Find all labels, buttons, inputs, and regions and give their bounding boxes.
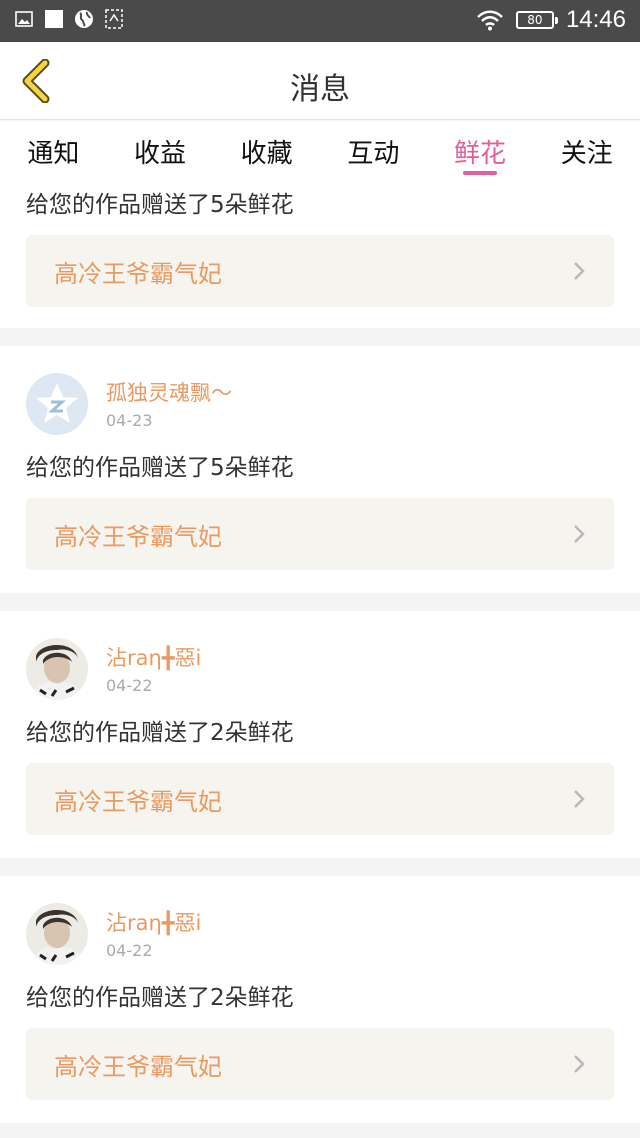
work-link[interactable]: 高冷王爷霸气妃 xyxy=(26,763,614,835)
list-item: 给您的作品赠送了5朵鲜花 高冷王爷霸气妃 xyxy=(0,183,640,328)
wifi-icon xyxy=(476,10,504,31)
message-text: 给您的作品赠送了5朵鲜花 xyxy=(26,455,294,481)
battery-icon: 80 xyxy=(515,11,558,29)
avatar[interactable] xyxy=(26,903,88,965)
user-name[interactable]: 沾rаη╋惡ⅰ xyxy=(106,909,201,937)
tab-notifications[interactable]: 通知 xyxy=(0,121,107,183)
message-text: 给您的作品赠送了2朵鲜花 xyxy=(26,720,294,746)
tab-following[interactable]: 关注 xyxy=(533,121,640,183)
list-item: 孤独灵魂飘〜 04-23 给您的作品赠送了5朵鲜花 高冷王爷霸气妃 xyxy=(0,346,640,593)
chevron-right-icon xyxy=(570,525,588,543)
work-link[interactable]: 高冷王爷霸气妃 xyxy=(26,235,614,307)
globe-icon xyxy=(74,9,94,29)
tab-flowers[interactable]: 鲜花 xyxy=(427,121,534,183)
app-header: 消息 xyxy=(0,42,640,120)
avatar[interactable] xyxy=(26,373,88,435)
work-title: 高冷王爷霸气妃 xyxy=(54,787,222,816)
status-bar: 80 14:46 xyxy=(0,0,640,42)
avatar[interactable] xyxy=(26,638,88,700)
work-link[interactable]: 高冷王爷霸气妃 xyxy=(26,1028,614,1100)
list-item: 沾rаη╋惡ⅰ 04-22 给您的作品赠送了2朵鲜花 高冷王爷霸气妃 xyxy=(0,876,640,1123)
chevron-right-icon xyxy=(570,1055,588,1073)
message-date: 04-22 xyxy=(106,675,153,695)
chevron-right-icon xyxy=(570,262,588,280)
message-text: 给您的作品赠送了5朵鲜花 xyxy=(26,192,294,218)
user-name[interactable]: 沾rаη╋惡ⅰ xyxy=(106,644,201,672)
chevron-right-icon xyxy=(570,790,588,808)
message-date: 04-22 xyxy=(106,940,153,960)
clock: 14:46 xyxy=(565,6,626,33)
work-title: 高冷王爷霸气妃 xyxy=(54,1052,222,1081)
message-text: 给您的作品赠送了2朵鲜花 xyxy=(26,985,294,1011)
work-title: 高冷王爷霸气妃 xyxy=(54,522,222,551)
tab-favorites[interactable]: 收藏 xyxy=(213,121,320,183)
work-link[interactable]: 高冷王爷霸气妃 xyxy=(26,498,614,570)
message-date: 04-23 xyxy=(106,410,153,430)
square-icon xyxy=(44,9,64,29)
image-icon xyxy=(14,9,34,29)
page-title: 消息 xyxy=(290,72,350,107)
list-item: 沾rаη╋惡ⅰ 04-22 给您的作品赠送了2朵鲜花 高冷王爷霸气妃 xyxy=(0,611,640,858)
tab-interactions[interactable]: 互动 xyxy=(320,121,427,183)
work-title: 高冷王爷霸气妃 xyxy=(54,259,222,288)
user-name[interactable]: 孤独灵魂飘〜 xyxy=(106,379,232,407)
tab-bar: 通知 收益 收藏 互动 鲜花 关注 xyxy=(0,121,640,183)
screenshot-icon xyxy=(104,9,124,29)
tab-earnings[interactable]: 收益 xyxy=(107,121,214,183)
message-list[interactable]: 给您的作品赠送了5朵鲜花 高冷王爷霸气妃 孤独灵魂飘〜 04-23 给您的作品赠… xyxy=(0,183,640,1138)
